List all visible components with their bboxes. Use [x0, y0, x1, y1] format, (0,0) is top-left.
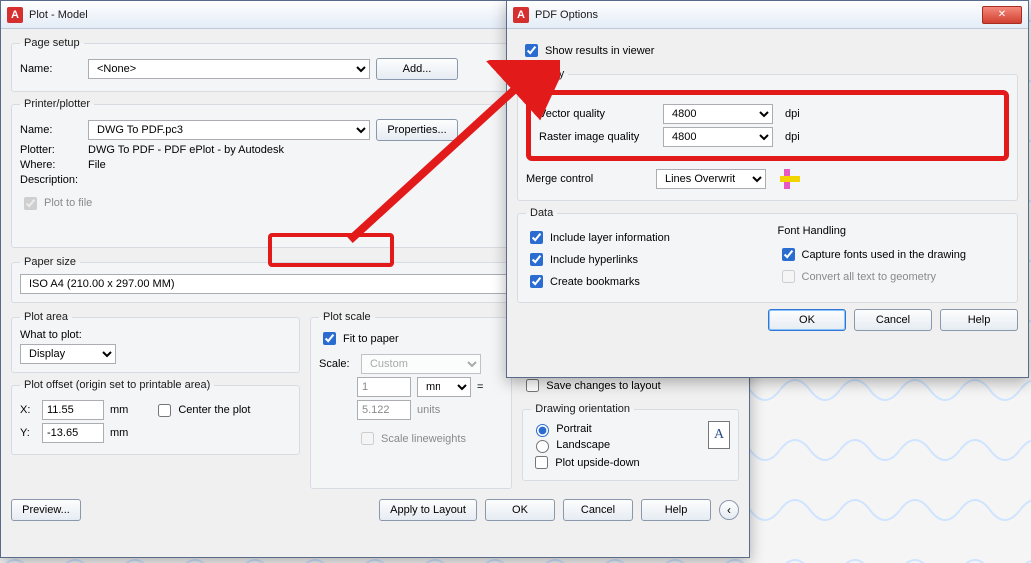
where-label: Where:	[20, 159, 82, 171]
plotter-value: DWG To PDF - PDF ePlot - by Autodesk	[88, 144, 284, 156]
what-to-plot-label: What to plot:	[20, 329, 291, 341]
where-value: File	[88, 159, 106, 171]
scale-numerator-input	[357, 377, 411, 397]
vector-quality-label: Vector quality	[539, 108, 657, 120]
description-label: Description:	[20, 174, 82, 186]
landscape-radio[interactable]: Landscape	[531, 437, 708, 453]
merge-overwrite-icon	[780, 169, 800, 189]
create-bookmarks-checkbox[interactable]: Create bookmarks	[526, 272, 758, 291]
autocad-icon: A	[513, 7, 529, 23]
font-handling-label: Font Handling	[778, 225, 1010, 237]
portrait-radio[interactable]: Portrait	[531, 421, 708, 437]
pdf-help-button[interactable]: Help	[940, 309, 1018, 331]
offset-y-input[interactable]	[42, 423, 104, 443]
save-changes-checkbox[interactable]: Save changes to layout	[522, 376, 660, 395]
raster-quality-select[interactable]: 4800	[663, 127, 773, 147]
printer-name-label: Name:	[20, 124, 82, 136]
vector-quality-select[interactable]: 4800	[663, 104, 773, 124]
pdf-ok-button[interactable]: OK	[768, 309, 846, 331]
orientation-icon: A	[708, 421, 730, 449]
merge-control-select[interactable]: Lines Overwrite	[656, 169, 766, 189]
quality-legend: Quality	[526, 68, 568, 80]
paper-size-legend: Paper size	[20, 256, 80, 268]
plot-area-legend: Plot area	[20, 311, 72, 323]
plot-scale-group: Plot scale Fit to paper Scale: Custom mm…	[310, 311, 512, 489]
pdf-title: PDF Options	[535, 9, 982, 21]
orientation-group: Drawing orientation Portrait Landscape P…	[522, 403, 739, 481]
scale-denominator-input	[357, 400, 411, 420]
page-setup-legend: Page setup	[20, 37, 84, 49]
apply-to-layout-button[interactable]: Apply to Layout	[379, 499, 477, 521]
convert-text-checkbox: Convert all text to geometry	[778, 267, 1010, 286]
scale-unit-select[interactable]: mm	[417, 377, 471, 397]
printer-properties-button[interactable]: Properties...	[376, 119, 458, 141]
show-results-checkbox[interactable]: Show results in viewer	[521, 41, 1014, 60]
offset-y-unit: mm	[110, 427, 128, 439]
page-setup-add-button[interactable]: Add...	[376, 58, 458, 80]
capture-fonts-checkbox[interactable]: Capture fonts used in the drawing	[778, 245, 1010, 264]
offset-x-unit: mm	[110, 404, 128, 416]
plot-cancel-button[interactable]: Cancel	[563, 499, 633, 521]
offset-y-label: Y:	[20, 427, 36, 439]
pdf-options-dialog: A PDF Options ✕ Show results in viewer Q…	[506, 0, 1029, 378]
offset-x-input[interactable]	[42, 400, 104, 420]
scale-equals: =	[477, 381, 483, 393]
merge-control-label: Merge control	[526, 173, 650, 185]
raster-quality-label: Raster image quality	[539, 131, 657, 143]
quality-group: Quality Vector quality 4800 dpi Raster i…	[517, 68, 1018, 201]
paper-size-select[interactable]: ISO A4 (210.00 x 297.00 MM)	[20, 274, 563, 294]
plot-area-group: Plot area What to plot: Display	[11, 311, 300, 373]
center-plot-checkbox[interactable]: Center the plot	[154, 401, 250, 420]
vector-dpi-label: dpi	[785, 108, 800, 120]
orientation-legend: Drawing orientation	[531, 403, 634, 415]
page-setup-name-select[interactable]: <None>	[88, 59, 370, 79]
printer-legend: Printer/plotter	[20, 98, 94, 110]
plot-offset-legend: Plot offset (origin set to printable are…	[20, 379, 214, 391]
data-group: Data Include layer information Include h…	[517, 207, 1018, 303]
offset-x-label: X:	[20, 404, 36, 416]
expand-button[interactable]: ‹	[719, 500, 739, 520]
scale-label: Scale:	[319, 358, 355, 370]
plotter-label: Plotter:	[20, 144, 82, 156]
raster-dpi-label: dpi	[785, 131, 800, 143]
printer-name-select[interactable]: DWG To PDF.pc3	[88, 120, 370, 140]
pdf-cancel-button[interactable]: Cancel	[854, 309, 932, 331]
plot-help-button[interactable]: Help	[641, 499, 711, 521]
pdf-titlebar[interactable]: A PDF Options ✕	[507, 1, 1028, 29]
plot-ok-button[interactable]: OK	[485, 499, 555, 521]
autocad-icon: A	[7, 7, 23, 23]
preview-button[interactable]: Preview...	[11, 499, 81, 521]
fit-to-paper-checkbox[interactable]: Fit to paper	[319, 329, 503, 348]
upside-down-checkbox[interactable]: Plot upside-down	[531, 453, 708, 472]
what-to-plot-select[interactable]: Display	[20, 344, 116, 364]
paper-size-group: Paper size ISO A4 (210.00 x 297.00 MM)	[11, 256, 572, 303]
scale-units-label: units	[417, 404, 440, 416]
include-hyperlinks-checkbox[interactable]: Include hyperlinks	[526, 250, 758, 269]
plot-scale-legend: Plot scale	[319, 311, 375, 323]
include-layer-checkbox[interactable]: Include layer information	[526, 228, 758, 247]
close-button[interactable]: ✕	[982, 6, 1022, 24]
plot-offset-group: Plot offset (origin set to printable are…	[11, 379, 300, 455]
plot-to-file-checkbox: Plot to file	[20, 194, 92, 213]
quality-highlight-box: Vector quality 4800 dpi Raster image qua…	[526, 90, 1009, 161]
scale-select: Custom	[361, 354, 481, 374]
page-setup-name-label: Name:	[20, 63, 82, 75]
data-legend: Data	[526, 207, 557, 219]
scale-lineweights-checkbox: Scale lineweights	[357, 429, 466, 448]
